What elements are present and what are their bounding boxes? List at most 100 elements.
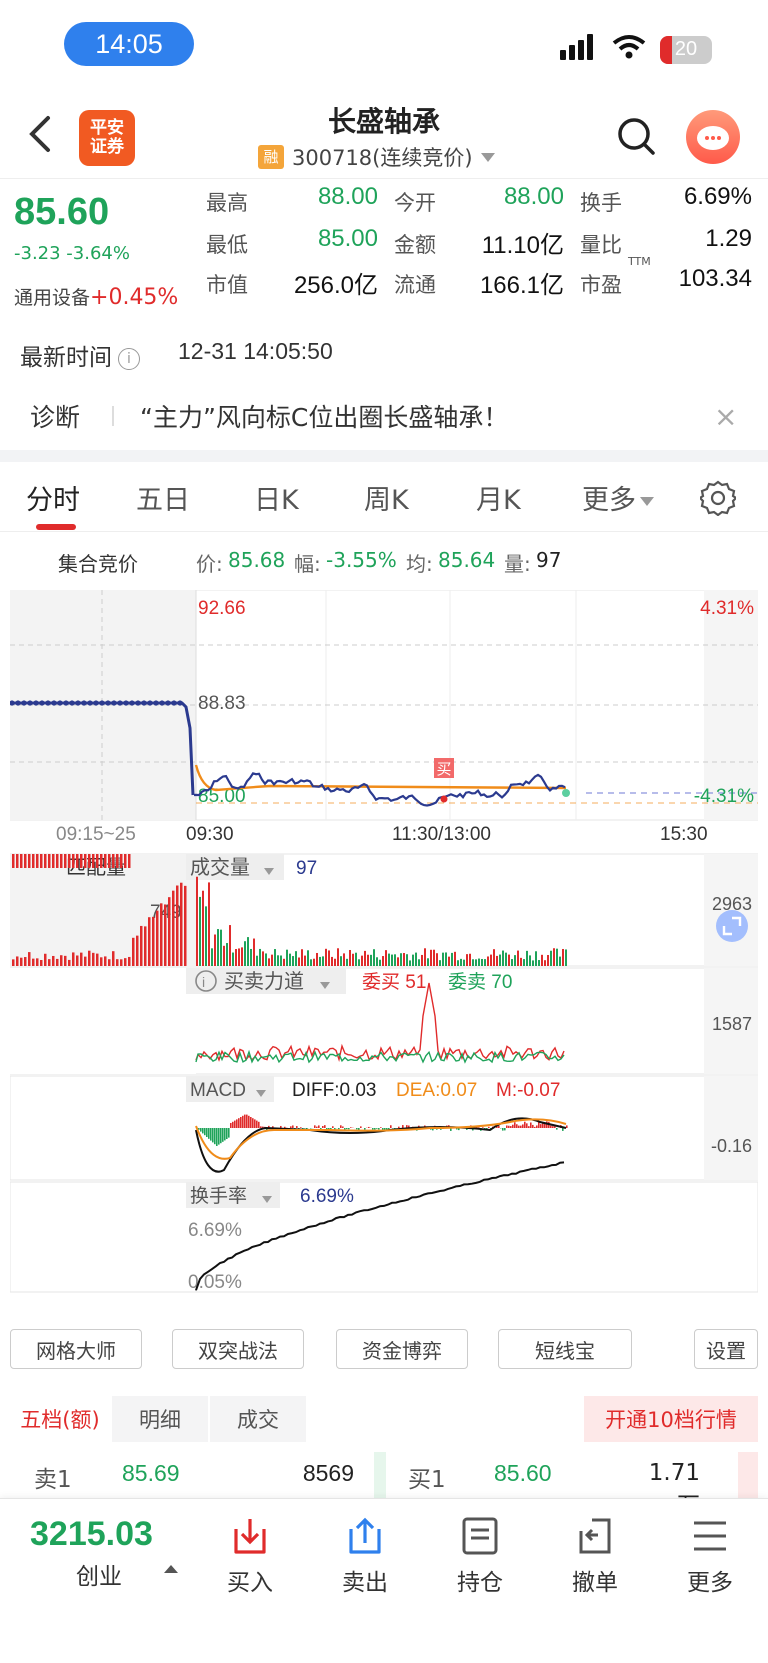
macd-bar: [202, 1128, 204, 1134]
intraday-chart[interactable]: 92.66 88.83 85.00 4.31% -4.31% 买 09:15~2…: [10, 590, 758, 1316]
volume-bar: [304, 955, 306, 966]
macd-bar: [220, 1128, 222, 1144]
match-volume-bar: [20, 957, 23, 966]
menu-icon: [694, 1521, 726, 1551]
macd-bar: [226, 1128, 228, 1139]
volume-bar: [253, 938, 255, 966]
volume-bar: [349, 949, 351, 966]
tab-trades[interactable]: 成交: [210, 1396, 306, 1442]
auction-point: [33, 700, 39, 706]
short-term-button[interactable]: 短线宝: [498, 1329, 632, 1369]
status-bar: 14:05 20: [0, 0, 768, 92]
volume-bar: [298, 957, 300, 966]
match-volume-bar: [124, 958, 127, 966]
volume-bar: [475, 959, 477, 966]
tab-daily-k[interactable]: 日K: [254, 478, 299, 517]
auction-point: [129, 700, 135, 706]
document-icon: [462, 1517, 498, 1555]
volume-bar: [277, 955, 279, 966]
tab-monthly-k[interactable]: 月K: [476, 478, 521, 517]
dual-breakout-button[interactable]: 双突战法: [172, 1329, 304, 1369]
latest-time-value: 12-31 14:05:50: [178, 338, 333, 364]
tab-intraday[interactable]: 分时: [26, 478, 80, 517]
cancel-order-button[interactable]: 撤单: [555, 1515, 635, 1597]
volume-bar: [490, 954, 492, 966]
positions-button[interactable]: 持仓: [440, 1515, 520, 1597]
volume-bar: [355, 952, 357, 966]
sell-button[interactable]: 卖出: [325, 1515, 405, 1597]
volume-bar: [340, 956, 342, 966]
volume-bar: [397, 957, 399, 966]
macd-diff: DIFF:0.03: [292, 1080, 376, 1101]
macd-bar: [324, 1125, 326, 1128]
match-volume-bar: [116, 959, 119, 966]
match-volume-bar: [76, 854, 79, 868]
quote-value: 88.00: [503, 183, 564, 210]
close-icon[interactable]: ×: [714, 400, 737, 433]
tab-active-indicator: [36, 524, 76, 530]
macd-bar: [256, 1120, 258, 1128]
macd-bar: [522, 1124, 524, 1128]
match-volume-bar: [40, 854, 43, 868]
power-max-label: 1587: [712, 1014, 752, 1034]
volume-bar: [442, 952, 444, 966]
match-volume-bar: [108, 959, 111, 966]
chart-tabs: 分时 五日 日K 周K 月K 更多: [0, 462, 768, 532]
match-volume-bar: [92, 952, 95, 966]
sell1-price: 85.69: [122, 1460, 180, 1486]
tab-more[interactable]: 更多: [582, 478, 654, 517]
macd-bar: [378, 1128, 380, 1130]
grid-master-button[interactable]: 网格大师: [10, 1329, 142, 1369]
more-button[interactable]: 更多: [670, 1515, 750, 1597]
diagnosis-text[interactable]: “主力”风向标C位出圈长盛轴承！: [140, 398, 508, 434]
volume-bar: [505, 952, 507, 966]
auction-point: [105, 700, 111, 706]
battery-level: 20: [674, 38, 698, 60]
auction-point: [21, 700, 27, 706]
buy-button[interactable]: 买入: [210, 1515, 290, 1597]
volume-bar: [415, 952, 417, 966]
volume-bar: [547, 954, 549, 966]
quote-key: 量比: [580, 233, 622, 257]
pct-low-label: -4.31%: [694, 786, 754, 807]
match-volume-bar: [132, 937, 135, 966]
gear-icon[interactable]: [700, 480, 736, 516]
match-volume-bar: [56, 854, 59, 868]
macd-bar: [528, 1126, 530, 1128]
price-change: -3.23 -3.64%: [14, 243, 130, 264]
volume-bar: [352, 953, 354, 966]
volume-bar: [247, 937, 249, 966]
sector-info[interactable]: 通用设备+0.45%: [14, 283, 178, 310]
auction-point: [153, 700, 159, 706]
macd-bar: [554, 1126, 556, 1128]
orderbook-row: 卖1 85.69 8569 买1 85.60 1.71万: [0, 1452, 768, 1519]
macd-bar: [300, 1127, 302, 1128]
macd-bar: [550, 1125, 552, 1128]
macd-bar: [248, 1115, 250, 1128]
match-volume-bar: [36, 958, 39, 966]
match-volume-bar: [16, 956, 19, 966]
expand-icon[interactable]: [716, 910, 748, 942]
volume-bar: [403, 953, 405, 966]
search-icon[interactable]: [616, 116, 656, 156]
tab-five-levels[interactable]: 五档(额): [10, 1396, 110, 1442]
volume-bar: [481, 958, 483, 966]
assistant-avatar[interactable]: [686, 110, 740, 164]
index-name[interactable]: 创业: [76, 1557, 122, 1591]
caret-up-icon[interactable]: [164, 1565, 178, 1573]
volume-bar: [343, 953, 345, 966]
strategy-settings-button[interactable]: 设置: [694, 1329, 758, 1369]
index-value[interactable]: 3215.03: [30, 1515, 153, 1554]
tab-five-day[interactable]: 五日: [136, 478, 190, 517]
fund-game-button[interactable]: 资金博弈: [336, 1329, 468, 1369]
tab-weekly-k[interactable]: 周K: [364, 478, 409, 517]
match-volume-bar: [104, 854, 107, 868]
volume-bar: [292, 956, 294, 966]
diagnosis-banner[interactable]: 诊断 “主力”风向标C位出圈长盛轴承！ ×: [0, 384, 768, 448]
open-level10-button[interactable]: 开通10档行情: [584, 1396, 758, 1442]
volume-bar: [514, 955, 516, 966]
tab-detail[interactable]: 明细: [112, 1396, 208, 1442]
stock-code-selector[interactable]: 融 300718(连续竞价): [258, 142, 495, 172]
volume-bar: [406, 954, 408, 966]
info-icon[interactable]: i: [118, 347, 140, 370]
